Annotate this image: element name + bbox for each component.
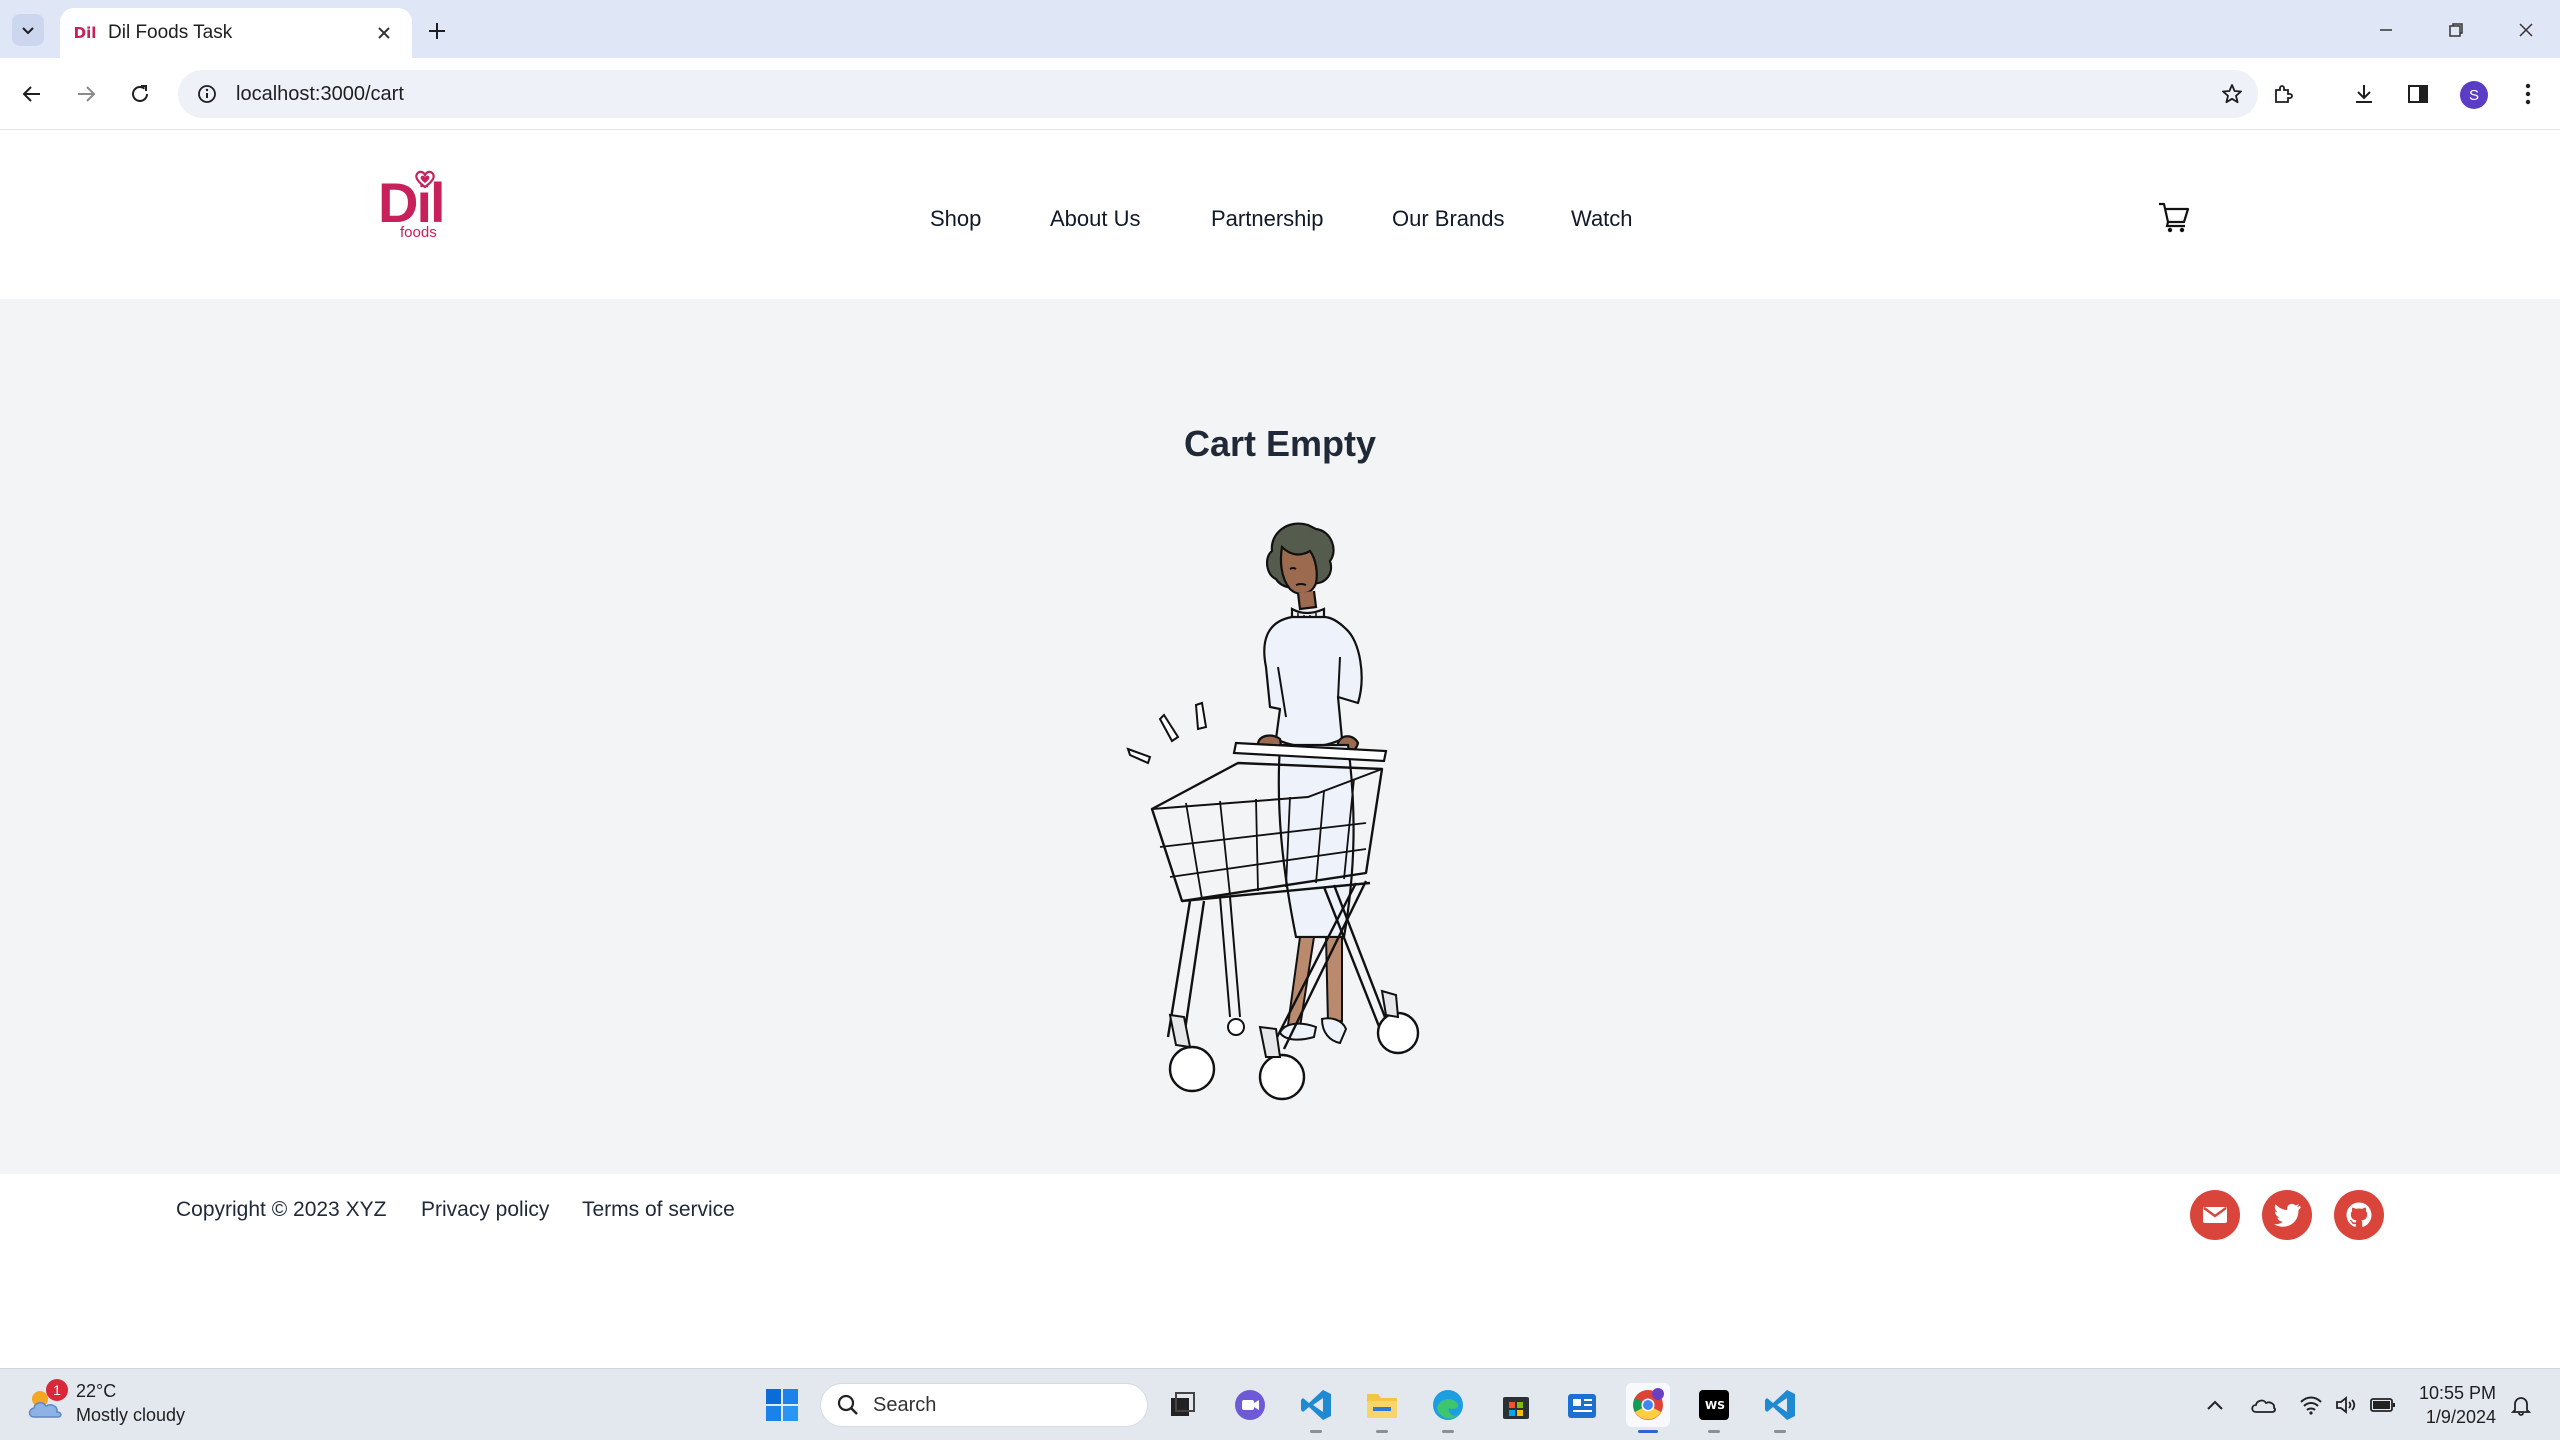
reload-icon xyxy=(132,85,148,102)
vscode-icon[interactable] xyxy=(1294,1383,1338,1433)
clock-time: 10:55 PM xyxy=(2418,1383,2496,1403)
search-placeholder: Search xyxy=(873,1393,937,1416)
chevron-down-icon xyxy=(22,27,34,35)
extensions-button[interactable] xyxy=(2264,74,2304,114)
address-bar[interactable]: localhost:3000/cart xyxy=(178,70,2258,118)
close-icon xyxy=(2519,23,2533,37)
news-icon[interactable] xyxy=(1560,1383,1604,1427)
svg-text:WS: WS xyxy=(1705,1399,1725,1412)
reload-button[interactable] xyxy=(120,74,160,114)
site-footer: Copyright © 2023 XYZ Privacy policy Term… xyxy=(0,1174,2560,1368)
favicon-icon: Dil xyxy=(73,24,97,42)
nav-watch[interactable]: Watch xyxy=(1571,205,1633,233)
github-icon[interactable] xyxy=(2334,1190,2384,1240)
copyright-text: Copyright © 2023 XYZ xyxy=(176,1198,387,1221)
terms-of-service-link[interactable]: Terms of service xyxy=(582,1196,735,1224)
chrome-icon[interactable] xyxy=(1626,1383,1670,1433)
webstorm-icon[interactable]: WS xyxy=(1692,1383,1736,1433)
nav-shop[interactable]: Shop xyxy=(930,205,981,233)
vscode-icon[interactable] xyxy=(1758,1383,1802,1433)
download-icon xyxy=(2356,85,2372,103)
task-view-icon[interactable] xyxy=(1160,1383,1204,1427)
profile-avatar[interactable]: S xyxy=(2460,81,2488,109)
more-vertical-icon xyxy=(2525,83,2531,105)
nav-our-brands[interactable]: Our Brands xyxy=(1392,205,1505,233)
weather-alert-badge: 1 xyxy=(46,1379,68,1401)
restore-icon xyxy=(2449,23,2463,37)
forward-button[interactable] xyxy=(66,74,106,114)
cloud-sun-icon: 1 xyxy=(24,1379,68,1425)
taskbar-search[interactable]: Search xyxy=(820,1383,1148,1427)
battery-icon[interactable] xyxy=(2368,1391,2398,1419)
nav-about-us[interactable]: About Us xyxy=(1050,205,1141,233)
edge-icon[interactable] xyxy=(1426,1383,1470,1433)
chevron-up-icon[interactable] xyxy=(2200,1391,2230,1419)
cart-page-main: Cart Empty xyxy=(0,299,2560,1174)
browser-tab-bar: Dil Dil Foods Task xyxy=(0,0,2560,58)
volume-icon[interactable] xyxy=(2332,1391,2362,1419)
puzzle-icon xyxy=(2275,85,2293,103)
new-tab-button[interactable] xyxy=(420,14,454,48)
bookmark-star-icon[interactable] xyxy=(2206,70,2258,118)
close-tab-icon[interactable] xyxy=(370,19,398,47)
restore-button[interactable] xyxy=(2426,10,2486,50)
site-header: Dil foods Shop About Us Partnership Our … xyxy=(0,131,2560,299)
notification-bell-icon[interactable] xyxy=(2506,1391,2536,1419)
privacy-policy-link[interactable]: Privacy policy xyxy=(421,1196,549,1224)
windows-start-icon[interactable] xyxy=(760,1383,804,1427)
clock-date: 1/9/2024 xyxy=(2425,1407,2496,1427)
search-icon xyxy=(837,1394,858,1415)
downloads-button[interactable] xyxy=(2344,74,2384,114)
browser-tab[interactable]: Dil Dil Foods Task xyxy=(60,8,412,58)
taskbar-clock[interactable]: 10:55 PM 1/9/2024 xyxy=(2400,1381,2496,1429)
onedrive-icon[interactable] xyxy=(2248,1391,2278,1419)
dil-foods-logo[interactable]: Dil foods xyxy=(374,170,458,245)
empty-cart-illustration xyxy=(1126,522,1420,1101)
store-icon[interactable] xyxy=(1494,1383,1538,1427)
cart-empty-title: Cart Empty xyxy=(1183,423,1377,464)
weather-temp: 22°C xyxy=(76,1381,117,1401)
heart-icon xyxy=(415,170,435,189)
plus-icon xyxy=(429,23,445,39)
minimize-button[interactable] xyxy=(2356,10,2416,50)
windows-taskbar: 1 22°C Mostly cloudy Search WS 10:55 PM … xyxy=(0,1368,2560,1440)
mail-icon[interactable] xyxy=(2190,1190,2240,1240)
weather-widget[interactable]: 1 22°C Mostly cloudy xyxy=(24,1379,185,1427)
close-window-button[interactable] xyxy=(2496,10,2556,50)
tab-title: Dil Foods Task xyxy=(108,22,233,43)
site-info-icon[interactable] xyxy=(178,70,236,118)
forward-arrow-icon xyxy=(78,86,96,102)
tab-search-button[interactable] xyxy=(12,14,44,46)
cart-icon[interactable] xyxy=(2154,197,2194,237)
url-text[interactable]: localhost:3000/cart xyxy=(236,83,2206,106)
back-arrow-icon xyxy=(22,86,40,102)
menu-button[interactable] xyxy=(2508,74,2548,114)
back-button[interactable] xyxy=(12,74,52,114)
twitter-icon[interactable] xyxy=(2262,1190,2312,1240)
file-explorer-icon[interactable] xyxy=(1360,1383,1404,1433)
weather-desc: Mostly cloudy xyxy=(76,1405,186,1425)
nav-partnership[interactable]: Partnership xyxy=(1211,205,1324,233)
side-panel-button[interactable] xyxy=(2398,74,2438,114)
logo-subtext: foods xyxy=(400,224,437,241)
wifi-icon[interactable] xyxy=(2296,1391,2326,1419)
side-panel-icon xyxy=(2408,85,2428,103)
browser-toolbar: localhost:3000/cart S xyxy=(0,58,2560,130)
minimize-icon xyxy=(2380,29,2392,31)
meet-icon[interactable] xyxy=(1228,1383,1272,1427)
weather-text: 22°C Mostly cloudy xyxy=(76,1379,185,1427)
